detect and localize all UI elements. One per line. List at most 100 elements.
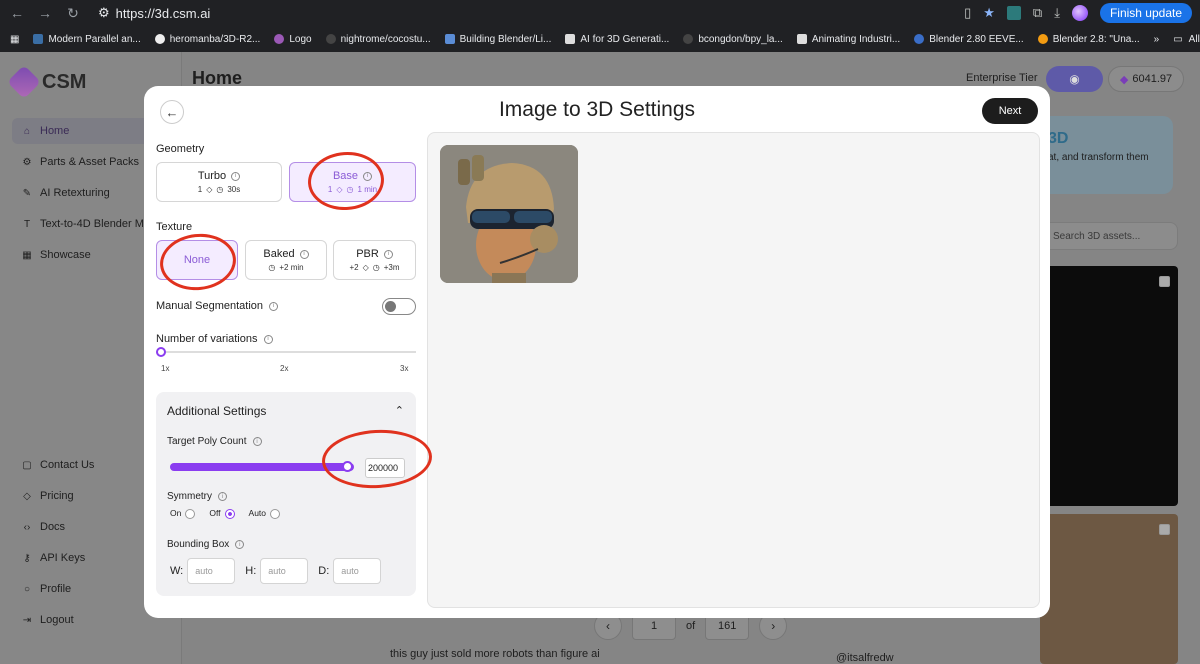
logout-icon: ⇥ <box>22 614 32 626</box>
texture-option-pbr[interactable]: PBR i +2 ◇ ◷ +3m <box>333 240 416 280</box>
info-icon[interactable]: i <box>231 171 241 181</box>
apps-grid-icon[interactable]: ▦ <box>10 34 19 45</box>
bbox-w-label: W: <box>170 565 184 577</box>
symmetry-on-radio[interactable]: On <box>170 508 196 519</box>
texture-label: Texture <box>156 221 193 233</box>
bookmark-item[interactable]: AI for 3D Generati... <box>565 34 669 45</box>
bookmark-item[interactable]: Building Blender/Li... <box>444 34 551 45</box>
info-icon[interactable]: i <box>235 540 245 549</box>
browser-toolbar: ← → ↻ ⚙ https://3d.csm.ai ▯ ★ ⧉ ⤓ Finish… <box>0 0 1200 26</box>
poly-count-slider-thumb[interactable] <box>342 461 353 472</box>
texture-option-baked[interactable]: Baked i ◷ +2 min <box>245 240 327 280</box>
key-icon: ⚷ <box>23 552 31 564</box>
helmet-head-image <box>440 145 578 283</box>
clock-icon: ◷ <box>346 185 354 194</box>
promo-title: 3D <box>1048 130 1069 147</box>
more-bookmarks-icon[interactable]: » <box>1154 34 1160 45</box>
bookmark-star-icon[interactable]: ★ <box>983 5 995 21</box>
info-icon[interactable]: i <box>269 301 279 311</box>
bookmark-item[interactable]: Blender 2.8: "Una... <box>1037 34 1140 45</box>
search-input[interactable]: Search 3D assets... <box>1040 222 1178 250</box>
address-bar[interactable]: ⚙ https://3d.csm.ai <box>98 5 210 21</box>
bookmark-item[interactable]: heromanba/3D-R2... <box>154 34 260 45</box>
home-icon: ⌂ <box>23 125 31 137</box>
info-icon[interactable]: i <box>299 249 309 259</box>
discord-button[interactable]: ◉ <box>1046 66 1103 92</box>
next-button[interactable]: Next <box>982 98 1038 124</box>
bookmark-item[interactable]: bcongdon/bpy_la... <box>683 34 783 45</box>
diamond-icon: ◇ <box>206 185 213 194</box>
variations-tick: 2x <box>280 364 289 373</box>
bookmark-item[interactable]: Animating Industri... <box>796 34 900 45</box>
asset-card[interactable] <box>1040 266 1178 506</box>
chat-icon: ▢ <box>22 459 32 471</box>
info-icon[interactable]: i <box>218 492 227 501</box>
bbox-w-input[interactable]: auto <box>187 558 236 584</box>
geometry-label: Geometry <box>156 143 205 155</box>
bbox-h-input[interactable]: auto <box>260 558 309 584</box>
reload-icon[interactable]: ↻ <box>64 5 82 22</box>
profile-avatar[interactable] <box>1071 5 1088 21</box>
bounding-box-row: W: auto H: auto D: auto <box>170 558 382 584</box>
variations-label: Number of variations i <box>156 333 273 345</box>
extension-icon[interactable] <box>1006 6 1021 20</box>
text-icon: T <box>23 218 31 230</box>
info-icon[interactable]: i <box>363 171 373 181</box>
forward-arrow-icon[interactable]: → <box>36 5 54 21</box>
promo-card[interactable]: 3D at, and transform them <box>1040 116 1173 194</box>
csm-logo-icon <box>7 65 41 99</box>
bookmark-item[interactable]: nightrome/cocostu... <box>325 34 431 45</box>
discord-icon: ◉ <box>1069 72 1080 86</box>
info-icon[interactable]: i <box>252 437 262 446</box>
bbox-h-label: H: <box>245 565 257 577</box>
site-settings-icon[interactable]: ⚙ <box>98 5 110 21</box>
symmetry-off-radio[interactable]: Off <box>209 508 235 519</box>
chevron-up-icon[interactable]: ⌃ <box>395 404 404 417</box>
variations-slider-track[interactable] <box>156 351 416 353</box>
browser-chrome: ← → ↻ ⚙ https://3d.csm.ai ▯ ★ ⧉ ⤓ Finish… <box>0 0 1200 52</box>
variations-slider-thumb[interactable] <box>156 347 166 357</box>
puzzle-icon[interactable]: ⧉ <box>1033 5 1042 21</box>
poly-count-input[interactable]: 200000 <box>365 458 405 478</box>
manual-segmentation-label: Manual Segmentation i <box>156 300 279 312</box>
geometry-option-turbo[interactable]: Turbo i 1 ◇ ◷ 30s <box>156 162 282 202</box>
finish-update-button[interactable]: Finish update <box>1099 3 1192 23</box>
asset-checkbox[interactable] <box>1159 276 1170 287</box>
bookmark-item[interactable]: Blender 2.80 EEVE... <box>914 34 1024 45</box>
feed-post-text[interactable]: this guy just sold more robots than figu… <box>390 648 600 660</box>
uploaded-image-thumbnail[interactable] <box>440 145 578 283</box>
parts-icon: ⚙ <box>22 156 32 168</box>
bookmark-item[interactable]: Logo <box>274 34 312 45</box>
manual-segmentation-toggle[interactable] <box>382 298 416 315</box>
texture-option-none[interactable]: None <box>156 240 238 280</box>
image-to-3d-settings-modal: ← Image to 3D Settings Next Geometry Tur… <box>144 86 1050 618</box>
bookmark-item[interactable]: Modern Parallel an... <box>33 34 141 45</box>
bbox-d-input[interactable]: auto <box>333 558 382 584</box>
all-bookmarks[interactable]: ▭All Bookmarks <box>1173 34 1200 45</box>
credits-badge[interactable]: ◆ 6041.97 <box>1108 66 1184 92</box>
symmetry-auto-radio[interactable]: Auto <box>249 508 281 519</box>
asset-checkbox[interactable] <box>1159 524 1170 535</box>
symmetry-label: Symmetry i <box>167 491 227 502</box>
bookmarks-bar: ▦ Modern Parallel an... heromanba/3D-R2.… <box>0 26 1200 52</box>
poly-count-slider-track[interactable] <box>170 463 354 471</box>
feed-post-user[interactable]: @itsalfredw <box>836 652 894 664</box>
image-preview-area <box>427 132 1040 608</box>
geometry-option-base[interactable]: Base i 1 ◇ ◷ 1 min <box>289 162 416 202</box>
diamond-icon: ◆ <box>1119 73 1129 86</box>
download-icon[interactable]: ⤓ <box>1054 5 1060 21</box>
info-icon[interactable]: i <box>383 249 393 259</box>
poly-count-label: Target Poly Count i <box>167 436 262 447</box>
symmetry-radio-group: On Off Auto <box>170 508 281 519</box>
toggle-knob <box>385 301 396 312</box>
csm-logo[interactable]: CSM <box>7 65 86 99</box>
bbox-d-label: D: <box>318 565 330 577</box>
clock-icon: ◷ <box>216 185 224 194</box>
info-icon[interactable]: i <box>263 334 273 344</box>
asset-card[interactable] <box>1040 514 1178 664</box>
back-arrow-icon[interactable]: ← <box>8 5 26 21</box>
clock-icon: ◷ <box>372 263 380 272</box>
bounding-box-label: Bounding Box i <box>167 539 245 550</box>
additional-settings-title[interactable]: Additional Settings <box>167 404 266 418</box>
page-icon[interactable]: ▯ <box>964 5 971 21</box>
